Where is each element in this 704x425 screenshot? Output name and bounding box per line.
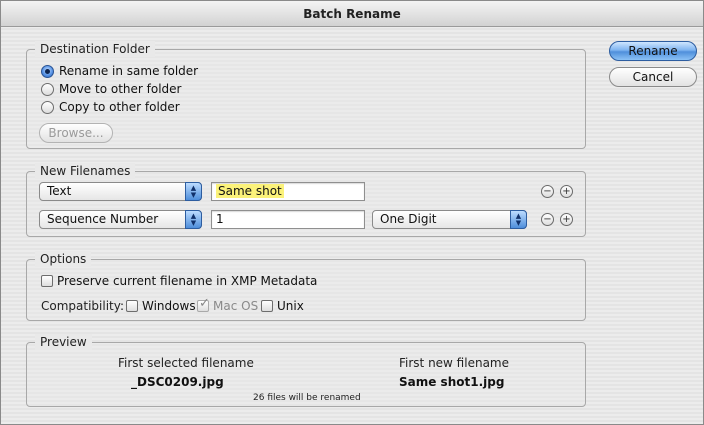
radio-label: Rename in same folder bbox=[59, 64, 199, 78]
checkbox-label: Preserve current filename in XMP Metadat… bbox=[57, 274, 318, 288]
radio-button-icon bbox=[41, 82, 54, 96]
element-type-popup-2[interactable]: Sequence Number ▲ ▼ bbox=[39, 210, 202, 229]
checkbox-icon bbox=[41, 275, 53, 287]
checkmark-icon: ✓ bbox=[199, 296, 210, 311]
popup-value: One Digit bbox=[380, 212, 437, 226]
element-type-popup-1[interactable]: Text ▲ ▼ bbox=[39, 182, 202, 201]
checkbox-icon bbox=[126, 300, 138, 312]
checkbox-label: Unix bbox=[277, 299, 304, 313]
minus-circle-icon[interactable]: − bbox=[541, 213, 554, 226]
minus-circle-icon[interactable]: − bbox=[541, 185, 554, 198]
radio-label: Copy to other folder bbox=[59, 100, 180, 114]
popup-value: Sequence Number bbox=[47, 212, 159, 226]
radio-button-icon bbox=[41, 64, 54, 78]
first-new-filename-value: Same shot1.jpg bbox=[399, 375, 505, 389]
radio-rename-same-folder[interactable]: Rename in same folder bbox=[41, 64, 198, 78]
compatibility-label: Compatibility: bbox=[41, 299, 125, 313]
plus-circle-icon[interactable]: + bbox=[560, 213, 573, 226]
checkbox-icon: ✓ bbox=[197, 296, 210, 312]
text-input-value: 1 bbox=[216, 212, 224, 226]
sequence-start-input[interactable]: 1 bbox=[211, 210, 365, 229]
cancel-button[interactable]: Cancel bbox=[609, 67, 697, 87]
batch-rename-dialog: Batch Rename Rename Cancel Destination F… bbox=[0, 0, 704, 425]
preserve-filename-checkbox[interactable]: Preserve current filename in XMP Metadat… bbox=[41, 274, 317, 288]
radio-move-other-folder[interactable]: Move to other folder bbox=[41, 82, 181, 96]
popup-arrows-icon: ▲ ▼ bbox=[510, 210, 527, 229]
unix-checkbox[interactable]: Unix bbox=[261, 299, 304, 313]
macos-checkbox: ✓ Mac OS bbox=[197, 296, 259, 313]
plus-circle-icon[interactable]: + bbox=[560, 185, 573, 198]
options-title: Options bbox=[35, 251, 92, 267]
popup-value: Text bbox=[47, 184, 72, 198]
popup-arrows-icon: ▲ ▼ bbox=[185, 210, 202, 229]
text-input-value: Same shot bbox=[216, 184, 284, 198]
checkbox-label: Mac OS bbox=[213, 299, 259, 313]
first-selected-filename-label: First selected filename bbox=[118, 356, 254, 370]
text-input-1[interactable]: Same shot bbox=[211, 182, 365, 201]
files-renamed-count: 26 files will be renamed bbox=[253, 393, 361, 403]
digits-popup[interactable]: One Digit ▲ ▼ bbox=[372, 210, 527, 229]
window-title: Batch Rename bbox=[1, 1, 703, 27]
checkbox-label: Windows bbox=[142, 299, 196, 313]
first-new-filename-label: First new filename bbox=[399, 356, 509, 370]
new-filenames-title: New Filenames bbox=[35, 163, 136, 179]
radio-copy-other-folder[interactable]: Copy to other folder bbox=[41, 100, 180, 114]
popup-arrows-icon: ▲ ▼ bbox=[185, 182, 202, 201]
windows-checkbox[interactable]: Windows bbox=[126, 299, 196, 313]
browse-button[interactable]: Browse... bbox=[39, 123, 113, 143]
first-selected-filename-value: _DSC0209.jpg bbox=[131, 375, 224, 389]
preview-title: Preview bbox=[35, 334, 92, 350]
destination-folder-title: Destination Folder bbox=[35, 41, 155, 57]
rename-button[interactable]: Rename bbox=[609, 41, 697, 61]
radio-label: Move to other folder bbox=[59, 82, 182, 96]
radio-button-icon bbox=[41, 100, 54, 114]
checkbox-icon bbox=[261, 300, 273, 312]
